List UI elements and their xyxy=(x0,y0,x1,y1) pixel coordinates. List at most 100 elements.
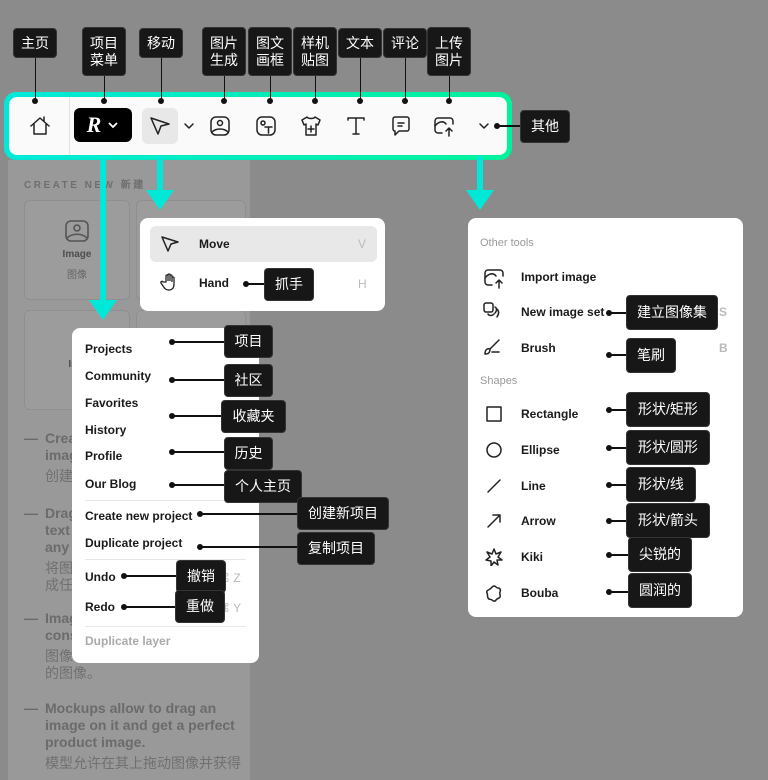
shortcut: S xyxy=(719,305,728,319)
menu-item-create-new-project[interactable]: Create new project xyxy=(85,509,192,523)
callout-line xyxy=(609,447,626,449)
card-subtitle: 图像 xyxy=(67,270,87,281)
annotation-label: 撤销 xyxy=(176,560,226,593)
menu-item-arrow[interactable]: Arrow xyxy=(521,514,556,528)
annotation-label: 图片 生成 xyxy=(202,27,246,76)
annotation-label: 形状/箭头 xyxy=(626,503,710,538)
image-icon xyxy=(64,219,90,243)
annotation-label: 上传 图片 xyxy=(427,27,471,76)
annotation-label: 圆润的 xyxy=(628,573,692,608)
callout-dot xyxy=(32,98,38,104)
annotation-label: 文本 xyxy=(338,28,382,58)
callout-line xyxy=(172,415,221,417)
home-icon[interactable] xyxy=(23,109,57,143)
callout-line xyxy=(609,409,626,411)
menu-item-our-blog[interactable]: Our Blog xyxy=(85,477,136,491)
import-image-icon xyxy=(482,266,508,290)
highlight-arrow xyxy=(100,156,106,300)
annotation-label: 移动 xyxy=(139,28,183,58)
callout-line xyxy=(172,379,224,381)
callout-line xyxy=(609,354,626,356)
callout-line xyxy=(200,513,297,515)
hand-icon[interactable] xyxy=(160,272,180,292)
move-item[interactable] xyxy=(150,226,377,262)
menu-item-rectangle[interactable]: Rectangle xyxy=(521,407,578,421)
annotation-label: 收藏夹 xyxy=(221,400,286,433)
annotation-label: 个人主页 xyxy=(224,470,302,503)
move-tool-button[interactable] xyxy=(142,108,178,144)
divider xyxy=(69,97,70,155)
highlight-arrow xyxy=(477,156,483,190)
mockup-icon[interactable] xyxy=(294,109,328,143)
callout-dot xyxy=(357,98,363,104)
feature-item: — Mockups allow to drag an image on it an… xyxy=(24,700,244,772)
dash: — xyxy=(24,700,38,716)
menu-item-history[interactable]: History xyxy=(85,423,126,437)
annotation-label: 形状/线 xyxy=(626,467,696,502)
menu-item-community[interactable]: Community xyxy=(85,369,151,383)
kiki-icon xyxy=(485,548,503,566)
upload-image-icon[interactable] xyxy=(428,109,462,143)
dash: — xyxy=(24,505,38,521)
divider xyxy=(85,500,246,501)
annotation-label: 样机 贴图 xyxy=(293,27,337,76)
menu-item-redo[interactable]: Redo xyxy=(85,600,115,614)
chevron-down-icon[interactable] xyxy=(179,109,199,143)
logo-menu-button[interactable]: R xyxy=(74,108,132,142)
menu-item-undo[interactable]: Undo xyxy=(85,570,116,584)
bouba-icon xyxy=(485,584,503,602)
menu-item-import-image[interactable]: Import image xyxy=(521,270,596,284)
callout-line xyxy=(609,312,626,314)
menu-item-line[interactable]: Line xyxy=(521,479,546,493)
menu-item-kiki[interactable]: Kiki xyxy=(521,550,543,564)
section-header: Other tools xyxy=(480,237,534,249)
callout-line xyxy=(124,575,176,577)
callout-line xyxy=(404,58,406,101)
menu-item-projects[interactable]: Projects xyxy=(85,342,132,356)
image-set-icon xyxy=(482,301,502,321)
callout-dot xyxy=(446,98,452,104)
menu-item-duplicate-layer: Duplicate layer xyxy=(85,634,171,648)
move-menu: Move V Hand H xyxy=(140,218,385,311)
callout-dot xyxy=(402,98,408,104)
card-image[interactable]: Image 图像 xyxy=(24,200,130,300)
text-icon[interactable] xyxy=(339,109,373,143)
callout-line xyxy=(124,606,175,608)
callout-dot xyxy=(221,98,227,104)
brush-icon xyxy=(482,337,502,357)
hand-label[interactable]: Hand xyxy=(199,276,229,290)
feature-body: Mockups allow to drag an image on it and… xyxy=(45,700,244,772)
rectangle-icon xyxy=(485,405,503,423)
move-cursor-icon xyxy=(160,235,180,253)
logo-icon: R xyxy=(86,112,102,137)
annotation-label: 复制项目 xyxy=(297,532,375,565)
section-header: Shapes xyxy=(480,375,518,387)
text-frame-icon[interactable] xyxy=(249,109,283,143)
menu-item-ellipse[interactable]: Ellipse xyxy=(521,443,560,457)
menu-item-duplicate-project[interactable]: Duplicate project xyxy=(85,536,182,550)
callout-dot xyxy=(312,98,318,104)
menu-item-bouba[interactable]: Bouba xyxy=(521,586,558,600)
image-generate-icon[interactable] xyxy=(203,109,237,143)
callout-line xyxy=(609,520,626,522)
menu-item-favorites[interactable]: Favorites xyxy=(85,396,138,410)
callout-dot xyxy=(101,98,107,104)
feature-title: Mockups allow to drag an image on it and… xyxy=(45,700,235,750)
arrow-icon xyxy=(485,512,503,530)
comment-icon[interactable] xyxy=(384,109,418,143)
annotation-label: 项目 菜单 xyxy=(82,27,126,76)
annotation-label: 形状/矩形 xyxy=(626,392,710,427)
annotation-label: 图文 画框 xyxy=(248,27,292,76)
ellipse-icon xyxy=(485,441,503,459)
arrow-head xyxy=(466,190,494,210)
menu-item-profile[interactable]: Profile xyxy=(85,449,122,463)
annotation-label: 其他 xyxy=(520,110,570,143)
chevron-down-icon[interactable] xyxy=(474,109,494,143)
callout-line xyxy=(172,451,224,453)
menu-item-brush[interactable]: Brush xyxy=(521,341,556,355)
shortcut: B xyxy=(719,341,728,355)
annotation-label: 历史 xyxy=(224,437,273,470)
annotation-label: 形状/圆形 xyxy=(626,430,710,465)
arrow-head xyxy=(146,190,174,210)
menu-item-new-image-set[interactable]: New image set xyxy=(521,305,604,319)
